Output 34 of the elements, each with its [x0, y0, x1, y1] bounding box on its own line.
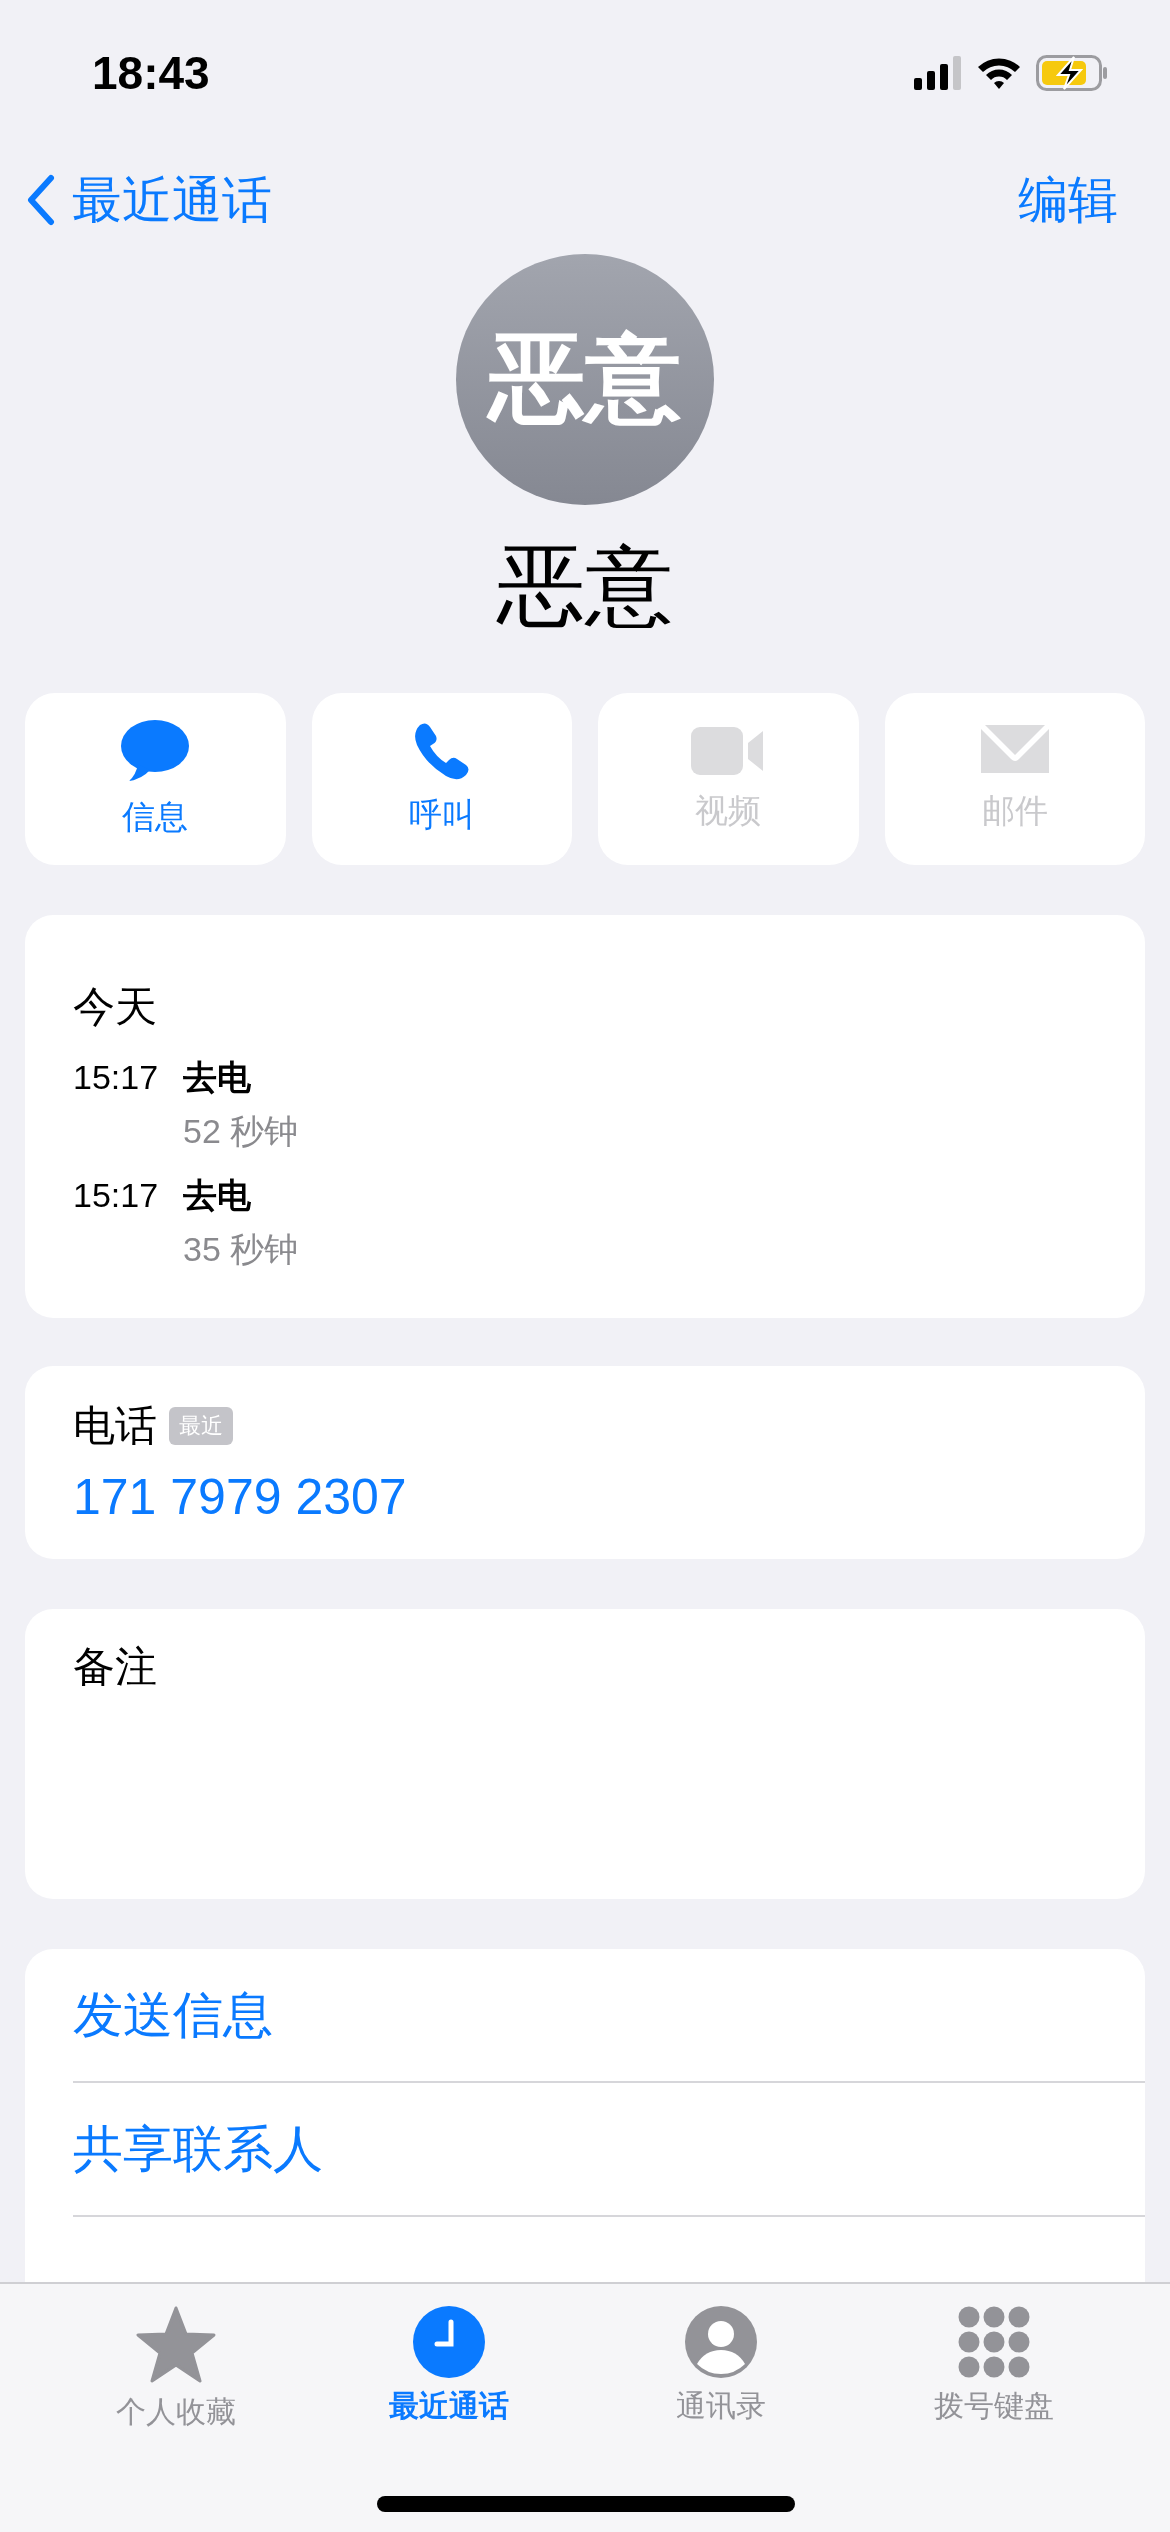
tab-item[interactable]: 最近通话 [312, 2284, 585, 2434]
message-button[interactable]: 信息 [25, 693, 286, 866]
video-camera-icon [691, 724, 766, 777]
call-button[interactable]: 呼叫 [311, 693, 572, 866]
action-link[interactable]: 发送信息 [73, 1949, 1145, 2084]
speech-bubble-icon [120, 718, 191, 783]
recent-badge: 最近 [169, 1407, 233, 1446]
notes-label: 备注 [73, 1642, 158, 1693]
back-button[interactable]: 最近通话 [26, 166, 272, 234]
call-type: 去电 [183, 1175, 252, 1217]
call-duration: 35 秒钟 [183, 1229, 299, 1271]
clock-icon [412, 2306, 485, 2378]
call-time: 15:17 [73, 1057, 160, 1099]
phone-label: 电话 [73, 1401, 157, 1452]
tab-item[interactable]: 通讯录 [585, 2284, 858, 2434]
call-type: 去电 [183, 1057, 252, 1099]
person-circle-icon [685, 2306, 758, 2378]
star-icon [136, 2306, 217, 2384]
status-time: 18:43 [92, 45, 210, 100]
edit-button[interactable]: 编辑 [1018, 166, 1118, 234]
call-duration: 52 秒钟 [183, 1111, 299, 1153]
contact-name: 恶意 [497, 535, 673, 638]
phone-number-link[interactable]: 171 7979 2307 [73, 1462, 1097, 1533]
contact-avatar: 恶意 [456, 254, 714, 506]
action-link[interactable]: 共享联系人 [73, 2083, 1145, 2218]
date-heading: 今天 [73, 982, 158, 1033]
tab-item[interactable]: 拨号键盘 [857, 2284, 1130, 2434]
call-time: 15:17 [73, 1175, 160, 1217]
battery-charging-icon [1036, 54, 1108, 91]
keypad-icon [957, 2306, 1030, 2378]
wifi-icon [976, 55, 1022, 90]
tab-item[interactable]: 个人收藏 [40, 2284, 313, 2434]
chevron-left-icon [26, 174, 56, 227]
signal-icon [914, 55, 962, 90]
